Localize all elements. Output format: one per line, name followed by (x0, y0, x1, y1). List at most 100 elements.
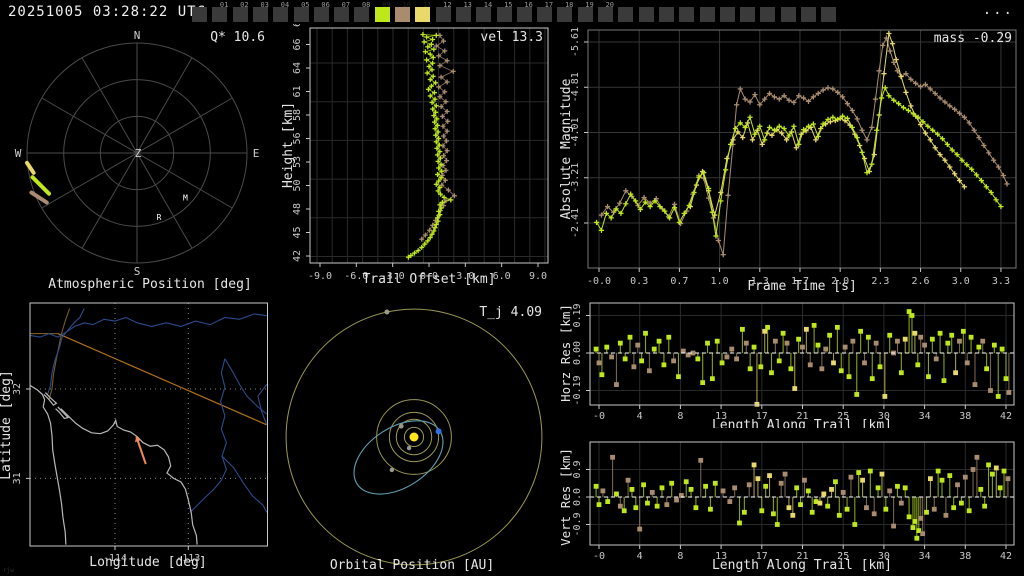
frame-box[interactable] (618, 7, 633, 22)
frame-box-label: 13 (463, 1, 471, 9)
planet-mars (390, 468, 394, 472)
frame-box-label: 04 (281, 1, 289, 9)
watermark: rjw (3, 567, 14, 574)
x-axis-label: Length Along Trail [km] (712, 418, 892, 428)
frame-box[interactable] (659, 7, 674, 22)
annotation-mass: mass -0.29 (934, 31, 1012, 46)
lightcurve-cam09 (594, 85, 1004, 238)
x-tick: -0.0 (587, 276, 611, 287)
y-tick: 0.9 (572, 460, 583, 478)
y-tick: 0.0 (572, 488, 583, 506)
map-grid (30, 303, 268, 546)
frame-box-label: 09 (382, 1, 390, 9)
x-tick: 38 (959, 551, 971, 562)
panel-atmospheric-position: NSEWZMRQ* 10.6Atmospheric Position [deg] (0, 24, 280, 300)
x-axis-label: Longitude [deg] (89, 555, 206, 570)
y-tick: 69 (292, 24, 303, 27)
frame-box[interactable] (801, 7, 816, 22)
y-tick: 48 (292, 203, 303, 215)
orbital-position-plot: T_j 4.09 Orbital Position [AU] (280, 300, 560, 576)
x-tick: 34 (919, 411, 931, 422)
y-axis-label: Vert Res [km] (560, 448, 573, 546)
planet-earth (436, 428, 442, 434)
frame-box-15[interactable]: 15 (497, 7, 512, 22)
frame-box[interactable] (720, 7, 735, 22)
plot-title: Orbital Position [AU] (330, 558, 494, 573)
frame-box-06[interactable]: 06 (314, 7, 329, 22)
x-tick: 3.3 (992, 276, 1010, 287)
frame-box-19[interactable]: 19 (578, 7, 593, 22)
frame-box-label: 20 (606, 1, 614, 9)
streak-cam09 (33, 177, 50, 194)
y-axis-label: Absolute Magnitude (560, 78, 574, 219)
atmospheric-position-plot: NSEWZMRQ* 10.6Atmospheric Position [deg] (0, 24, 280, 300)
border-line (49, 309, 70, 400)
panel-horz-residuals: -0481317212530343842-0.190.000.19Length … (560, 296, 1024, 428)
compass-west: W (15, 147, 22, 160)
overflow-ellipsis[interactable]: ... (983, 2, 1014, 18)
coastline (56, 407, 69, 419)
app-window: 20251005 03:28:22 UTC 01 02 03 04 05 06 07 08 09… (0, 0, 1024, 576)
frame-box[interactable] (781, 7, 796, 22)
x-tick: -0 (593, 551, 605, 562)
plot-title: Atmospheric Position [deg] (48, 277, 252, 292)
timestamp: 20251005 03:28:22 UTC (8, 4, 206, 20)
annotation-tisserand: T_j 4.09 (479, 305, 542, 320)
frame-box[interactable] (679, 7, 694, 22)
frame-box-14[interactable]: 14 (476, 7, 491, 22)
frame-box-07[interactable]: 07 (334, 7, 349, 22)
frame-box-label: 15 (504, 1, 512, 9)
map-layers (30, 309, 267, 545)
frame-box-label: 17 (545, 1, 553, 9)
frame-box-03[interactable]: 03 (253, 7, 268, 22)
panel-trail-offset: -9.0-6.0-3.00.03.06.09.04245485053565861… (280, 24, 560, 300)
frame-box-17[interactable]: 17 (537, 7, 552, 22)
frame-box-label: 02 (240, 1, 248, 9)
grid (590, 303, 1014, 405)
x-tick: 8 (677, 411, 683, 422)
x-tick: 9.0 (529, 271, 547, 282)
sun-marker (410, 433, 419, 442)
frame-box[interactable] (821, 7, 836, 22)
ground-track-map: -114-1133132Longitude [deg]Latitude [deg… (0, 300, 280, 576)
frame-box-02[interactable]: 02 (233, 7, 248, 22)
y-tick: -5.61 (570, 27, 581, 57)
frame-box[interactable] (760, 7, 775, 22)
annotation-q: Q* 10.6 (210, 30, 265, 45)
frame-box-label: 18 (565, 1, 573, 9)
x-tick: 38 (959, 411, 971, 422)
frame-box-13[interactable]: 13 (456, 7, 471, 22)
frame-box-label: 05 (301, 1, 309, 9)
frame-box-12[interactable]: 12 (436, 7, 451, 22)
frame-box-18[interactable]: 18 (557, 7, 572, 22)
frame-box[interactable] (192, 7, 207, 22)
y-tick: 0.00 (572, 341, 583, 365)
frame-box-10[interactable]: 10 (395, 7, 410, 22)
frame-box-16[interactable]: 16 (517, 7, 532, 22)
frame-box-05[interactable]: 05 (294, 7, 309, 22)
frame-box-11[interactable]: 11 (415, 7, 430, 22)
series-cam09 (406, 32, 453, 260)
frame-box-04[interactable]: 04 (273, 7, 288, 22)
y-axis-label: Height [km] (281, 102, 296, 188)
river (190, 359, 227, 513)
frame-box-09[interactable]: 09 (375, 7, 390, 22)
frame-box-01[interactable]: 01 (212, 7, 227, 22)
y-tick: 64 (292, 62, 303, 74)
x-axis-label: Frame Time [s] (747, 279, 857, 294)
frame-box[interactable] (740, 7, 755, 22)
frame-box-20[interactable]: 20 (598, 7, 613, 22)
planet-venus (399, 424, 404, 429)
frame-box[interactable] (700, 7, 715, 22)
y-axis-label: Latitude [deg] (0, 370, 14, 480)
panel-ground-track-map: -114-1133132Longitude [deg]Latitude [deg… (0, 300, 280, 576)
panel-orbital-position: T_j 4.09 Orbital Position [AU] (280, 300, 560, 576)
frame-box[interactable] (639, 7, 654, 22)
x-axis-label: Trail Offset [km] (362, 272, 495, 287)
x-tick: 4 (637, 551, 643, 562)
x-tick: -0 (593, 411, 605, 422)
frame-box-08[interactable]: 08 (354, 7, 369, 22)
frame-box-label: 16 (524, 1, 532, 9)
sky-marker-M: M (183, 193, 188, 202)
frame-box-label: 06 (321, 1, 329, 9)
